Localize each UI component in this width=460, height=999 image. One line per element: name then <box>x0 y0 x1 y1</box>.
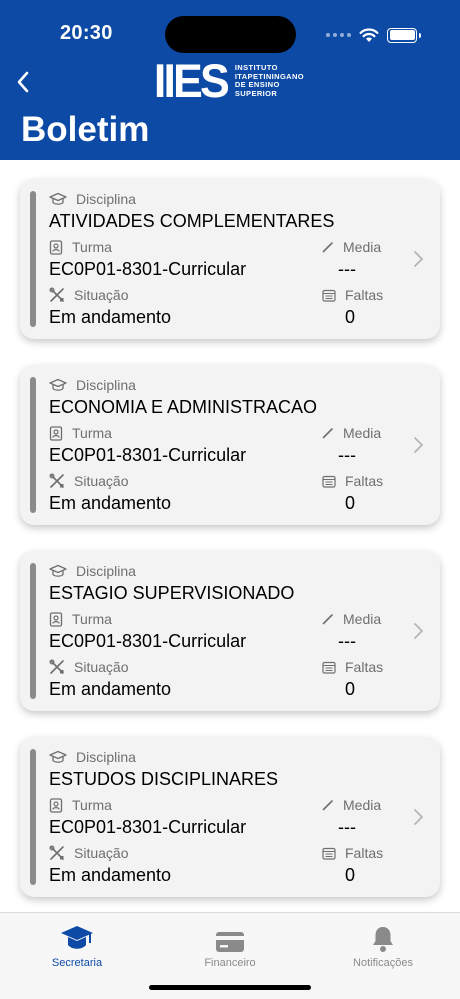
app-header: 20:30 IIES INSTITUTO ITAPETININGANO DE E… <box>0 0 460 160</box>
discipline-card[interactable]: Disciplina ECONOMIA E ADMINISTRACAO Turm… <box>20 365 440 525</box>
chevron-left-icon <box>17 71 29 93</box>
disciplina-label: Disciplina <box>49 191 136 207</box>
graduation-cap-icon <box>49 564 67 577</box>
logo-mark: IIES <box>153 54 230 107</box>
tab-secretaria[interactable]: Secretaria <box>7 913 147 973</box>
faltas-label: Faltas <box>322 473 383 489</box>
faltas-value: 0 <box>345 493 356 513</box>
pencil-icon <box>322 800 333 811</box>
discipline-card[interactable]: Disciplina ATIVIDADES COMPLEMENTARES Tur… <box>20 179 440 339</box>
media-label: Media <box>322 611 381 627</box>
battery-icon <box>387 27 421 43</box>
pencil-icon <box>322 242 333 253</box>
tab-financeiro[interactable]: Financeiro <box>160 913 300 973</box>
dynamic-island <box>165 16 296 53</box>
media-value: --- <box>338 817 356 837</box>
disciplina-label: Disciplina <box>49 377 136 393</box>
faltas-value: 0 <box>345 307 356 327</box>
faltas-value: 0 <box>345 865 356 885</box>
contact-book-icon <box>49 797 63 813</box>
page-title: Boletim <box>21 110 150 149</box>
faltas-label: Faltas <box>322 287 383 303</box>
media-label: Media <box>322 797 381 813</box>
graduation-cap-icon <box>49 378 67 391</box>
pencil-icon <box>322 614 333 625</box>
situacao-value: Em andamento <box>49 493 172 513</box>
disciplina-value: ATIVIDADES COMPLEMENTARES <box>49 211 335 231</box>
disciplina-value: ECONOMIA E ADMINISTRACAO <box>49 397 318 417</box>
card-accent-bar <box>30 191 36 327</box>
faltas-label: Faltas <box>322 845 383 861</box>
situacao-value: Em andamento <box>49 865 172 885</box>
media-label: Media <box>322 239 381 255</box>
back-button[interactable] <box>8 66 38 98</box>
card-accent-bar <box>30 749 36 885</box>
situacao-label: Situação <box>49 473 128 489</box>
bell-icon <box>373 927 393 952</box>
situacao-label: Situação <box>49 287 128 303</box>
situacao-label: Situação <box>49 659 128 675</box>
institution-logo: IIES INSTITUTO ITAPETININGANO DE ENSINO … <box>152 54 317 107</box>
calendar-icon <box>322 847 336 860</box>
situacao-value: Em andamento <box>49 679 172 699</box>
card-accent-bar <box>30 563 36 699</box>
turma-label: Turma <box>49 797 112 813</box>
status-time: 20:30 <box>60 22 113 44</box>
chevron-right-icon <box>414 437 423 453</box>
media-value: --- <box>338 259 356 279</box>
card-accent-bar <box>30 377 36 513</box>
tools-icon <box>49 287 64 302</box>
graduation-cap-icon <box>49 192 67 205</box>
turma-value: EC0P01-8301-Curricular <box>49 817 247 837</box>
turma-value: EC0P01-8301-Curricular <box>49 259 247 279</box>
contact-book-icon <box>49 611 63 627</box>
logo-text: INSTITUTO ITAPETININGANO DE ENSINO SUPER… <box>234 63 305 98</box>
credit-card-icon <box>216 932 244 952</box>
tools-icon <box>49 845 64 860</box>
calendar-icon <box>322 475 336 488</box>
media-value: --- <box>338 445 356 465</box>
graduation-cap-icon <box>49 750 67 763</box>
disciplina-value: ESTAGIO SUPERVISIONADO <box>49 583 295 603</box>
situacao-value: Em andamento <box>49 307 172 327</box>
disciplina-label: Disciplina <box>49 749 136 765</box>
status-icons <box>326 25 421 45</box>
discipline-card[interactable]: Disciplina ESTUDOS DISCIPLINARES Turma E… <box>20 737 440 897</box>
turma-label: Turma <box>49 425 112 441</box>
pencil-icon <box>322 428 333 439</box>
media-value: --- <box>338 631 356 651</box>
faltas-value: 0 <box>345 679 356 699</box>
disciplina-label: Disciplina <box>49 563 136 579</box>
situacao-label: Situação <box>49 845 128 861</box>
contact-book-icon <box>49 425 63 441</box>
faltas-label: Faltas <box>322 659 383 675</box>
cellular-signal-icon <box>326 33 351 37</box>
disciplina-value: ESTUDOS DISCIPLINARES <box>49 769 279 789</box>
home-indicator <box>149 985 311 990</box>
tools-icon <box>49 659 64 674</box>
tab-notificacoes[interactable]: Notificações <box>313 913 453 973</box>
discipline-card[interactable]: Disciplina ESTAGIO SUPERVISIONADO Turma … <box>20 551 440 711</box>
turma-label: Turma <box>49 611 112 627</box>
turma-value: EC0P01-8301-Curricular <box>49 631 247 651</box>
calendar-icon <box>322 289 336 302</box>
turma-label: Turma <box>49 239 112 255</box>
wifi-icon <box>359 27 379 42</box>
turma-value: EC0P01-8301-Curricular <box>49 445 247 465</box>
tools-icon <box>49 473 64 488</box>
chevron-right-icon <box>414 809 423 825</box>
graduation-cap-icon <box>61 926 93 949</box>
chevron-right-icon <box>414 251 423 267</box>
calendar-icon <box>322 661 336 674</box>
chevron-right-icon <box>414 623 423 639</box>
contact-book-icon <box>49 239 63 255</box>
media-label: Media <box>322 425 381 441</box>
